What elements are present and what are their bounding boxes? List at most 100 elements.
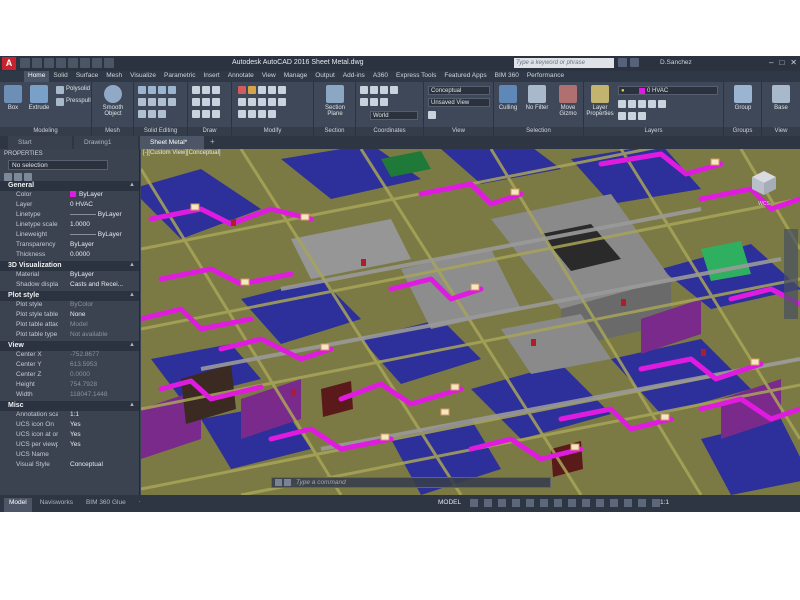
drawing-viewport[interactable]: [-][Custom View][Conceptual] WCS Type a … xyxy=(141,149,800,495)
tab-parametric[interactable]: Parametric xyxy=(160,71,199,82)
presspull-button[interactable]: Presspull xyxy=(56,98,91,106)
property-row[interactable]: Plot style table None xyxy=(0,311,139,321)
property-value[interactable]: Model xyxy=(58,321,139,331)
ucs-view-icon[interactable] xyxy=(370,98,378,106)
ucs-previous-icon[interactable] xyxy=(380,86,388,94)
imprint-icon[interactable] xyxy=(148,110,156,118)
property-row[interactable]: Layer 0 HVAC xyxy=(0,201,139,211)
layout-tab[interactable]: Navisworks xyxy=(35,498,78,512)
collapse-icon[interactable]: ▲ xyxy=(129,292,135,298)
scale-icon[interactable] xyxy=(278,98,286,106)
redo-icon[interactable] xyxy=(92,58,102,68)
property-row[interactable]: Material ByLayer xyxy=(0,271,139,281)
slice-icon[interactable] xyxy=(168,86,176,94)
annotation-scale[interactable]: 1:1 xyxy=(660,499,669,506)
viewcube[interactable]: WCS xyxy=(750,169,778,207)
polysolid-button[interactable]: Polysolid xyxy=(56,86,90,94)
visual-style-dropdown[interactable]: Conceptual xyxy=(428,86,490,95)
layer-previous-icon[interactable] xyxy=(628,100,636,108)
collapse-icon[interactable]: ▲ xyxy=(129,262,135,268)
3d-mirror-icon[interactable] xyxy=(268,110,276,118)
viewport-icon[interactable] xyxy=(428,111,436,119)
panel-label-solid-editing[interactable]: Solid Editing xyxy=(134,127,187,136)
property-row[interactable]: Plot table type Not available xyxy=(0,331,139,341)
viewport-controls[interactable]: [-][Custom View][Conceptual] xyxy=(143,150,221,156)
document-tab[interactable]: Sheet Metal* xyxy=(140,136,204,149)
mirror-icon[interactable] xyxy=(248,98,256,106)
tab-insert[interactable]: Insert xyxy=(199,71,223,82)
property-value[interactable]: 1:1 xyxy=(58,411,139,421)
auto-scale-icon[interactable] xyxy=(638,499,646,507)
quick-select-icon[interactable] xyxy=(24,173,32,181)
trim-icon[interactable] xyxy=(258,86,266,94)
property-row[interactable]: Lineweight ———— ByLayer xyxy=(0,231,139,241)
property-value[interactable]: Casts and Recei... xyxy=(58,281,139,291)
otrack-icon[interactable] xyxy=(540,499,548,507)
dynamic-ucs-icon[interactable] xyxy=(596,499,604,507)
property-row[interactable]: Visual Style Conceptual xyxy=(0,461,139,471)
circle-icon[interactable] xyxy=(212,86,220,94)
property-value[interactable]: 1.0000 xyxy=(58,221,139,231)
property-value[interactable]: 118047.1448 xyxy=(58,391,139,401)
section-viz3d[interactable]: 3D Visualization ▲ xyxy=(0,261,139,271)
panel-label-view-base[interactable]: View xyxy=(762,127,800,136)
hatch-icon[interactable] xyxy=(192,110,200,118)
property-value[interactable]: Yes xyxy=(58,441,139,451)
ortho-icon[interactable] xyxy=(498,499,506,507)
tab-surface[interactable]: Surface xyxy=(72,71,102,82)
property-value[interactable]: 0.0000 xyxy=(58,251,139,261)
tab-a360[interactable]: A360 xyxy=(369,71,392,82)
layer-match-icon[interactable] xyxy=(618,100,626,108)
property-row[interactable]: UCS icon at origin Yes xyxy=(0,431,139,441)
property-row[interactable]: UCS per viewport Yes xyxy=(0,441,139,451)
extract-edges-icon[interactable] xyxy=(138,98,146,106)
ucs-icon[interactable] xyxy=(360,86,368,94)
property-value[interactable]: ———— ByLayer xyxy=(58,231,139,241)
layer-freeze-icon[interactable] xyxy=(648,100,656,108)
model-space-toggle[interactable]: MODEL xyxy=(438,499,461,506)
property-value[interactable]: ByLayer xyxy=(58,271,139,281)
explode-icon[interactable] xyxy=(278,86,286,94)
layer-off-icon[interactable] xyxy=(658,100,666,108)
document-tab[interactable]: Start xyxy=(8,136,72,149)
line-icon[interactable] xyxy=(192,86,200,94)
command-input[interactable]: Type a command xyxy=(296,479,346,486)
tab-annotate[interactable]: Annotate xyxy=(224,71,258,82)
tab-output[interactable]: Output xyxy=(311,71,339,82)
property-row[interactable]: Height 754.7928 xyxy=(0,381,139,391)
panel-label-layers[interactable]: Layers xyxy=(584,127,723,136)
property-row[interactable]: Center Y 613.5953 xyxy=(0,361,139,371)
property-row[interactable]: Linetype scale 1.0000 xyxy=(0,221,139,231)
ucs-face-icon[interactable] xyxy=(390,86,398,94)
panel-label-coordinates[interactable]: Coordinates xyxy=(356,127,423,136)
property-value[interactable]: None xyxy=(58,311,139,321)
search-icon[interactable] xyxy=(618,58,627,67)
property-row[interactable]: Thickness 0.0000 xyxy=(0,251,139,261)
grid-icon[interactable] xyxy=(470,499,478,507)
user-name[interactable]: D.Sanchez xyxy=(660,59,692,66)
select-objects-icon[interactable] xyxy=(14,173,22,181)
property-value[interactable]: -752.8677 xyxy=(58,351,139,361)
layer-thaw-icon[interactable] xyxy=(628,112,636,120)
property-value[interactable]: Yes xyxy=(58,421,139,431)
layer-unisolate-icon[interactable] xyxy=(618,112,626,120)
tab-featured-apps[interactable]: Featured Apps xyxy=(440,71,490,82)
search-input[interactable]: Type a keyword or phrase xyxy=(514,58,614,68)
tab-express-tools[interactable]: Express Tools xyxy=(392,71,440,82)
minimize-icon[interactable]: – xyxy=(769,58,773,67)
panel-label-groups[interactable]: Groups xyxy=(724,127,761,136)
polar-icon[interactable] xyxy=(512,499,520,507)
property-value[interactable]: 613.5953 xyxy=(58,361,139,371)
layer-isolate-icon[interactable] xyxy=(638,100,646,108)
annotation-visibility-icon[interactable] xyxy=(624,499,632,507)
property-row[interactable]: Center Z 0.0000 xyxy=(0,371,139,381)
section-general[interactable]: General ▲ xyxy=(0,181,139,191)
snap-icon[interactable] xyxy=(484,499,492,507)
tab-view[interactable]: View xyxy=(258,71,280,82)
subtract-icon[interactable] xyxy=(148,86,156,94)
panel-label-section[interactable]: Section xyxy=(314,127,355,136)
panel-label-view[interactable]: View xyxy=(424,127,493,136)
collapse-icon[interactable]: ▲ xyxy=(129,402,135,408)
ucs-origin-icon[interactable] xyxy=(380,98,388,106)
property-row[interactable]: UCS icon On Yes xyxy=(0,421,139,431)
